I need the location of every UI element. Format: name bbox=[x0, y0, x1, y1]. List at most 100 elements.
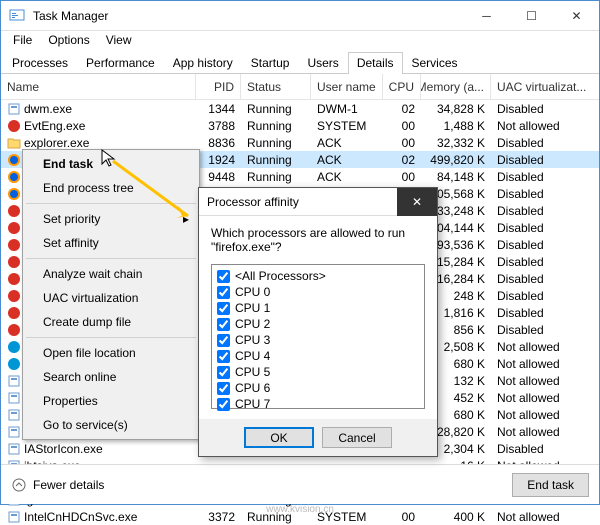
cpu-option[interactable]: CPU 3 bbox=[215, 332, 421, 348]
cpu-option[interactable]: CPU 5 bbox=[215, 364, 421, 380]
collapse-icon bbox=[11, 477, 27, 493]
cpu-checkbox[interactable] bbox=[217, 398, 230, 411]
process-uac: Not allowed bbox=[491, 117, 589, 134]
cpu-option[interactable]: CPU 2 bbox=[215, 316, 421, 332]
cpu-option[interactable]: CPU 0 bbox=[215, 284, 421, 300]
ctx-create-dump-file[interactable]: Create dump file bbox=[25, 310, 197, 334]
ctx-open-file-location[interactable]: Open file location bbox=[25, 341, 197, 365]
process-user: DWM-1 bbox=[311, 100, 383, 117]
context-menu: End taskEnd process tree Set priority▸Set… bbox=[22, 149, 200, 440]
ok-button[interactable]: OK bbox=[244, 427, 314, 448]
menu-view[interactable]: View bbox=[98, 31, 140, 51]
watermark: www.kvision.cn bbox=[266, 504, 334, 515]
process-cpu: 02 bbox=[383, 151, 421, 168]
process-status: Running bbox=[241, 117, 311, 134]
cpu-label: CPU 7 bbox=[235, 397, 270, 411]
process-uac: Disabled bbox=[491, 270, 589, 287]
dialog-close-button[interactable]: ✕ bbox=[397, 188, 437, 216]
cpu-label: CPU 2 bbox=[235, 317, 270, 331]
process-pid: 9448 bbox=[196, 168, 241, 185]
tab-users[interactable]: Users bbox=[298, 52, 347, 74]
tab-app-history[interactable]: App history bbox=[164, 52, 242, 74]
processor-affinity-dialog: Processor affinity ✕ Which processors ar… bbox=[198, 187, 438, 457]
ctx-end-process-tree[interactable]: End process tree bbox=[25, 176, 197, 200]
end-task-button[interactable]: End task bbox=[512, 473, 589, 497]
fewer-details-label: Fewer details bbox=[33, 478, 104, 492]
submenu-arrow-icon: ▸ bbox=[183, 212, 189, 226]
dialog-title: Processor affinity bbox=[207, 195, 299, 209]
tab-performance[interactable]: Performance bbox=[77, 52, 164, 74]
ctx-uac-virtualization[interactable]: UAC virtualization bbox=[25, 286, 197, 310]
column-header[interactable]: Name bbox=[1, 74, 196, 99]
process-uac: Disabled bbox=[491, 202, 589, 219]
cpu-checkbox[interactable] bbox=[217, 286, 230, 299]
process-user: ACK bbox=[311, 134, 383, 151]
column-header[interactable]: PID bbox=[196, 74, 241, 99]
tab-services[interactable]: Services bbox=[403, 52, 467, 74]
process-status: Running bbox=[241, 134, 311, 151]
process-row[interactable]: EvtEng.exe3788RunningSYSTEM001,488 KNot … bbox=[1, 117, 599, 134]
process-uac: Disabled bbox=[491, 440, 589, 457]
cpu-label: CPU 6 bbox=[235, 381, 270, 395]
process-uac: Disabled bbox=[491, 253, 589, 270]
menubar: FileOptionsView bbox=[1, 31, 599, 51]
process-row[interactable]: dwm.exe1344RunningDWM-10234,828 KDisable… bbox=[1, 100, 599, 117]
minimize-button[interactable]: ─ bbox=[464, 1, 509, 31]
process-uac: Disabled bbox=[491, 168, 589, 185]
tab-details[interactable]: Details bbox=[348, 52, 403, 74]
footer: Fewer details End task bbox=[1, 464, 599, 504]
fewer-details-button[interactable]: Fewer details bbox=[11, 477, 104, 493]
tab-processes[interactable]: Processes bbox=[3, 52, 77, 74]
separator bbox=[26, 203, 196, 204]
dialog-titlebar: Processor affinity ✕ bbox=[199, 188, 437, 216]
process-name: IAStorIcon.exe bbox=[24, 442, 103, 456]
menu-options[interactable]: Options bbox=[40, 31, 97, 51]
tab-startup[interactable]: Startup bbox=[242, 52, 299, 74]
process-cpu: 00 bbox=[383, 134, 421, 151]
cancel-button[interactable]: Cancel bbox=[322, 427, 392, 448]
ctx-set-affinity[interactable]: Set affinity bbox=[25, 231, 197, 255]
column-header[interactable]: User name bbox=[311, 74, 383, 99]
process-memory: 32,332 K bbox=[421, 134, 491, 151]
column-header[interactable]: Memory (a... bbox=[421, 74, 491, 99]
column-header[interactable]: UAC virtualizat... bbox=[491, 74, 589, 99]
cpu-checkbox[interactable] bbox=[217, 302, 230, 315]
cpu-label: CPU 1 bbox=[235, 301, 270, 315]
cpu-checkbox[interactable] bbox=[217, 318, 230, 331]
cpu-option[interactable]: CPU 6 bbox=[215, 380, 421, 396]
process-memory: 499,820 K bbox=[421, 151, 491, 168]
process-memory: 84,148 K bbox=[421, 168, 491, 185]
process-uac: Not allowed bbox=[491, 338, 589, 355]
cpu-label: CPU 5 bbox=[235, 365, 270, 379]
process-uac: Disabled bbox=[491, 321, 589, 338]
ctx-properties[interactable]: Properties bbox=[25, 389, 197, 413]
ctx-search-online[interactable]: Search online bbox=[25, 365, 197, 389]
process-uac: Not allowed bbox=[491, 389, 589, 406]
process-name: dwm.exe bbox=[24, 102, 72, 116]
maximize-button[interactable]: ☐ bbox=[509, 1, 554, 31]
cpu-checkbox[interactable] bbox=[217, 350, 230, 363]
menu-file[interactable]: File bbox=[5, 31, 40, 51]
cpu-option[interactable]: CPU 1 bbox=[215, 300, 421, 316]
cpu-option[interactable]: CPU 7 bbox=[215, 396, 421, 412]
ctx-end-task[interactable]: End task bbox=[25, 152, 197, 176]
cpu-checkbox[interactable] bbox=[217, 382, 230, 395]
process-uac: Disabled bbox=[491, 236, 589, 253]
cpu-option[interactable]: CPU 4 bbox=[215, 348, 421, 364]
process-uac: Disabled bbox=[491, 219, 589, 236]
ctx-go-to-service-s-[interactable]: Go to service(s) bbox=[25, 413, 197, 437]
cpu-checkbox[interactable] bbox=[217, 366, 230, 379]
cpu-checkbox[interactable] bbox=[217, 334, 230, 347]
ctx-analyze-wait-chain[interactable]: Analyze wait chain bbox=[25, 262, 197, 286]
process-memory: 1,488 K bbox=[421, 117, 491, 134]
close-button[interactable]: ✕ bbox=[554, 1, 599, 31]
process-pid: 1924 bbox=[196, 151, 241, 168]
ctx-set-priority[interactable]: Set priority▸ bbox=[25, 207, 197, 231]
process-uac: Not allowed bbox=[491, 423, 589, 440]
column-header[interactable]: Status bbox=[241, 74, 311, 99]
separator bbox=[26, 258, 196, 259]
column-header[interactable]: CPU bbox=[383, 74, 421, 99]
window-title: Task Manager bbox=[33, 9, 464, 23]
cpu-checkbox[interactable] bbox=[217, 270, 230, 283]
cpu-option[interactable]: <All Processors> bbox=[215, 268, 421, 284]
